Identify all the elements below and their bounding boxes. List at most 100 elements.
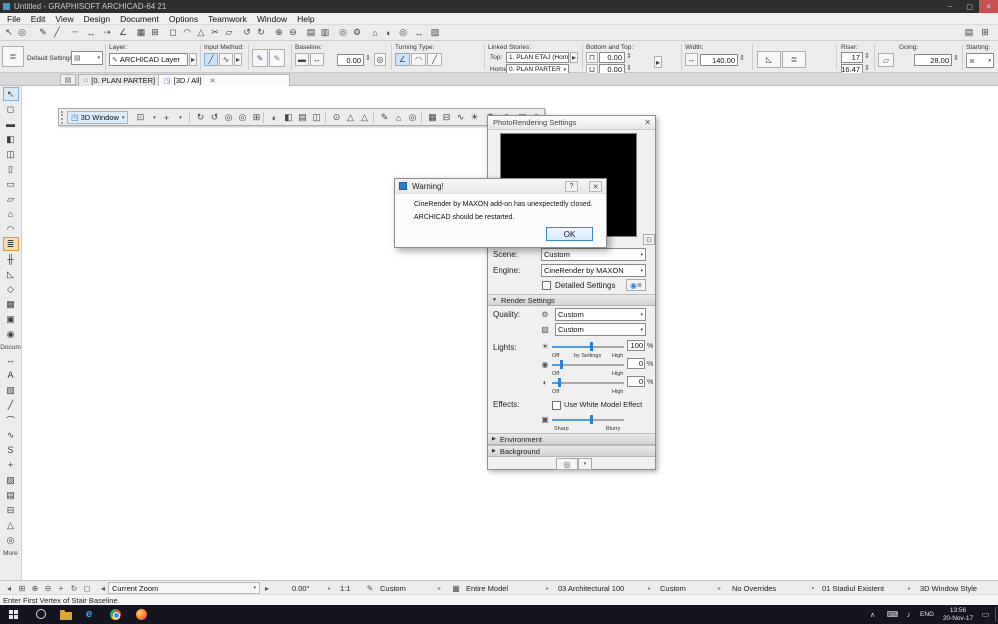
slab-tool-icon[interactable]: ▱: [3, 192, 19, 206]
undo-view-icon[interactable]: ↺: [207, 111, 222, 124]
camera-icon[interactable]: ◎: [396, 26, 410, 39]
menu-edit[interactable]: Edit: [26, 14, 51, 24]
elevation-tool-icon[interactable]: △: [3, 518, 19, 532]
top-offset-field[interactable]: 0.00: [599, 52, 625, 63]
undo-icon[interactable]: ↺: [240, 26, 254, 39]
baseline-wall-icon[interactable]: ▬: [295, 53, 309, 66]
tab-3d-all[interactable]: ◳ [3D / All] ✕: [158, 74, 290, 86]
pan-icon[interactable]: +: [55, 582, 67, 594]
layers-view-icon[interactable]: ▤: [295, 111, 310, 124]
method-selector[interactable]: Custom ▾: [555, 323, 646, 336]
panel-close-icon[interactable]: ✕: [644, 118, 651, 127]
riser-count-field[interactable]: 17: [841, 52, 863, 63]
sunlight-slider[interactable]: [552, 342, 624, 351]
file-explorer-icon[interactable]: [60, 610, 72, 620]
dashed-line-icon[interactable]: ┄: [68, 26, 82, 39]
view-style-value[interactable]: 3D Window Style: [920, 584, 977, 593]
fill-icon[interactable]: ▨: [428, 26, 442, 39]
quick-options-icon[interactable]: ⊞: [978, 26, 992, 39]
shell-tool-icon[interactable]: ◠: [3, 222, 19, 236]
internet-explorer-icon[interactable]: e: [86, 608, 92, 620]
orbit-icon[interactable]: ↻: [193, 111, 208, 124]
top-offset-icon[interactable]: ⊓: [586, 52, 598, 63]
pen-set-value[interactable]: Custom: [380, 584, 406, 593]
scene-selector[interactable]: Custom ▾: [541, 248, 646, 261]
turning-straight-icon[interactable]: ╱: [427, 53, 442, 66]
sunlight-value-field[interactable]: 100: [627, 340, 645, 351]
quality-selector[interactable]: Custom ▾: [555, 308, 646, 321]
beam-tool-icon[interactable]: ▭: [3, 177, 19, 191]
door-tool-icon[interactable]: ◧: [3, 132, 19, 146]
pen-icon[interactable]: ✎: [36, 26, 50, 39]
action-center-icon[interactable]: ▭: [979, 608, 992, 621]
toolbox-more-label[interactable]: More: [3, 550, 18, 557]
section-3d-icon[interactable]: ⊟: [439, 111, 454, 124]
home-story-icon[interactable]: ⌂: [368, 26, 382, 39]
close-button[interactable]: ✕: [979, 0, 998, 13]
slider-thumb[interactable]: [590, 342, 593, 351]
text-tool-icon[interactable]: A: [3, 368, 19, 382]
tab-close-icon[interactable]: ✕: [210, 77, 216, 85]
line-style-icon[interactable]: ╱: [50, 26, 64, 39]
grid-snap-icon[interactable]: ⊞: [148, 26, 162, 39]
orbit-icon[interactable]: ↻: [68, 582, 80, 594]
section-tool-icon[interactable]: ⊟: [3, 503, 19, 517]
tray-expand-icon[interactable]: ∧: [866, 608, 879, 621]
width-spinner-icon[interactable]: ⇕: [739, 54, 745, 62]
circle-icon[interactable]: ◎: [336, 26, 350, 39]
roof-tool-icon[interactable]: ⌂: [3, 207, 19, 221]
menu-teamwork[interactable]: Teamwork: [203, 14, 252, 24]
tab-plan-parter[interactable]: ⌂ [0. PLAN PARTER]: [78, 74, 162, 86]
select-tool-icon[interactable]: ↖: [2, 87, 19, 101]
zoom-out-icon[interactable]: ⊖: [42, 582, 54, 594]
zoom-in-icon[interactable]: ⊕: [29, 582, 41, 594]
home-view-icon[interactable]: ⌂: [391, 111, 406, 124]
turning-angle-icon[interactable]: ∠: [395, 53, 410, 66]
arc-icon[interactable]: ◠: [180, 26, 194, 39]
input-straight-icon[interactable]: ╱: [204, 53, 218, 66]
going-field[interactable]: 28.00: [914, 54, 952, 66]
zoom-box-icon[interactable]: ◻: [81, 582, 93, 594]
ambient-slider[interactable]: [552, 378, 624, 387]
walk-mode-icon[interactable]: ⊙: [329, 111, 344, 124]
fit-in-window-icon[interactable]: ⊞: [16, 582, 28, 594]
input-more-icon[interactable]: ▸: [234, 53, 242, 66]
column-tool-icon[interactable]: ▯: [3, 162, 19, 176]
chrome-icon[interactable]: [110, 609, 121, 620]
ok-button[interactable]: OK: [546, 227, 593, 241]
previous-view-icon[interactable]: ◂: [3, 582, 15, 594]
toolbar-drag-handle[interactable]: [61, 111, 64, 124]
trim-icon[interactable]: ✂: [208, 26, 222, 39]
railing-tool-icon[interactable]: ╫: [3, 252, 19, 266]
curtain-wall-tool-icon[interactable]: ▦: [3, 297, 19, 311]
select-tool-icon[interactable]: ↖: [2, 26, 16, 39]
object-tool-icon[interactable]: ▣: [3, 312, 19, 326]
target-icon[interactable]: ◎: [15, 26, 29, 39]
look-to-icon[interactable]: ◎: [221, 111, 236, 124]
show-desktop-button[interactable]: [995, 607, 996, 622]
contrast-icon[interactable]: ◐: [382, 26, 396, 39]
wall-tool-icon[interactable]: ▬: [3, 117, 19, 131]
volume-icon[interactable]: ♪: [902, 608, 915, 621]
zoom-next-icon[interactable]: ▸: [261, 582, 273, 594]
angle-icon[interactable]: ∠: [116, 26, 130, 39]
triangle-icon[interactable]: △: [194, 26, 208, 39]
input-polyline-icon[interactable]: ∿: [219, 53, 233, 66]
environment-header[interactable]: ▶ Environment: [488, 433, 655, 445]
rectangle-icon[interactable]: ◻: [166, 26, 180, 39]
minimize-button[interactable]: –: [941, 0, 960, 13]
sharpness-slider[interactable]: [552, 415, 624, 424]
drawing-tool-icon[interactable]: ▤: [3, 488, 19, 502]
settings-gear-icon[interactable]: ⚙: [350, 26, 364, 39]
3d-window-view-button[interactable]: ◳ 3D Window ▾: [67, 111, 129, 124]
window-view-icon[interactable]: ◫: [309, 111, 324, 124]
pen-color-icon[interactable]: ✎: [252, 49, 268, 67]
fit-view-icon[interactable]: ⊡: [133, 111, 148, 124]
stair-profile-icon[interactable]: ◺: [757, 51, 781, 68]
language-indicator[interactable]: ENG: [920, 611, 934, 618]
pan-icon[interactable]: +: [159, 111, 174, 124]
panel-title-bar[interactable]: PhotoRendering Settings ✕: [488, 116, 655, 130]
slider-thumb[interactable]: [590, 415, 593, 424]
axonometry-icon[interactable]: ⊞: [249, 111, 264, 124]
render-settings-header[interactable]: ▼ Render Settings: [488, 294, 655, 306]
